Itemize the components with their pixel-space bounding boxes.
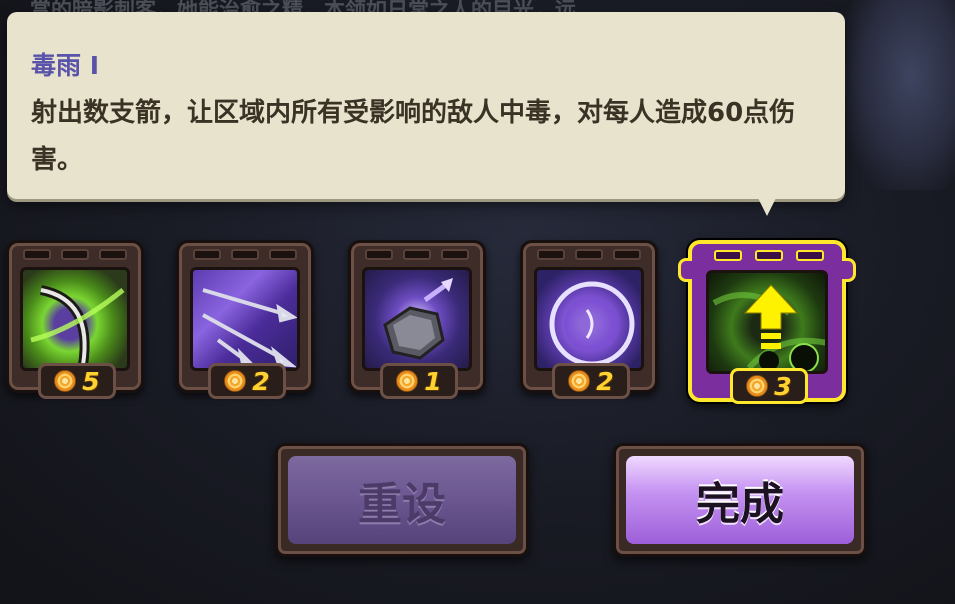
coin-icon [224, 370, 247, 392]
skill-cost: 5 [82, 366, 100, 396]
coin-icon [396, 370, 419, 392]
skill-cost: 1 [424, 366, 442, 396]
card-ear-right [842, 258, 856, 282]
triple-arrow-skill-icon [190, 267, 300, 371]
done-button-label: 完成 [626, 456, 854, 544]
tooltip-description: 射出数支箭，让区域内所有受影响的敌人中毒，对每人造成60点伤害。 [31, 98, 796, 175]
reset-button-label: 重设 [288, 456, 516, 544]
skill-card-4[interactable]: 2 [520, 240, 658, 399]
skill-cost-badge: 1 [380, 363, 458, 399]
tooltip-pointer [752, 186, 782, 216]
skill-card-3[interactable]: 1 [348, 240, 486, 399]
skill-cost: 3 [774, 371, 792, 401]
skill-card-1[interactable]: 5 [6, 240, 144, 399]
coin-icon [746, 375, 769, 397]
skill-cost-badge: 2 [208, 363, 286, 399]
poison-rain-skill-icon [706, 270, 828, 374]
skill-cost-badge: 3 [730, 368, 808, 404]
card-slots [23, 249, 127, 261]
skill-tooltip: 毒雨 I 射出数支箭，让区域内所有受影响的敌人中毒，对每人造成60点伤害。 [7, 12, 845, 199]
card-ear-left [678, 258, 692, 282]
up-arrow-icon [743, 284, 799, 349]
tooltip-title: 毒雨 I [31, 51, 100, 80]
skill-card-2[interactable]: 2 [176, 240, 314, 399]
card-slots [365, 249, 469, 261]
card-slots [714, 250, 824, 262]
skill-card-5-selected[interactable]: 3 [678, 240, 856, 404]
purple-orb-skill-icon [534, 267, 644, 371]
arrow-shield-skill-icon [362, 267, 472, 371]
reset-button[interactable]: 重设 [275, 443, 529, 557]
green-slash-skill-icon [20, 267, 130, 371]
done-button[interactable]: 完成 [613, 443, 867, 557]
skill-cost-badge: 2 [552, 363, 630, 399]
skill-cost-badge: 5 [38, 363, 116, 399]
background-swirl [845, 0, 955, 190]
card-slots [537, 249, 641, 261]
card-slots [193, 249, 297, 261]
coin-icon [54, 370, 77, 392]
skill-cost: 2 [596, 366, 614, 396]
coin-icon [568, 370, 591, 392]
skill-cost: 2 [252, 366, 270, 396]
